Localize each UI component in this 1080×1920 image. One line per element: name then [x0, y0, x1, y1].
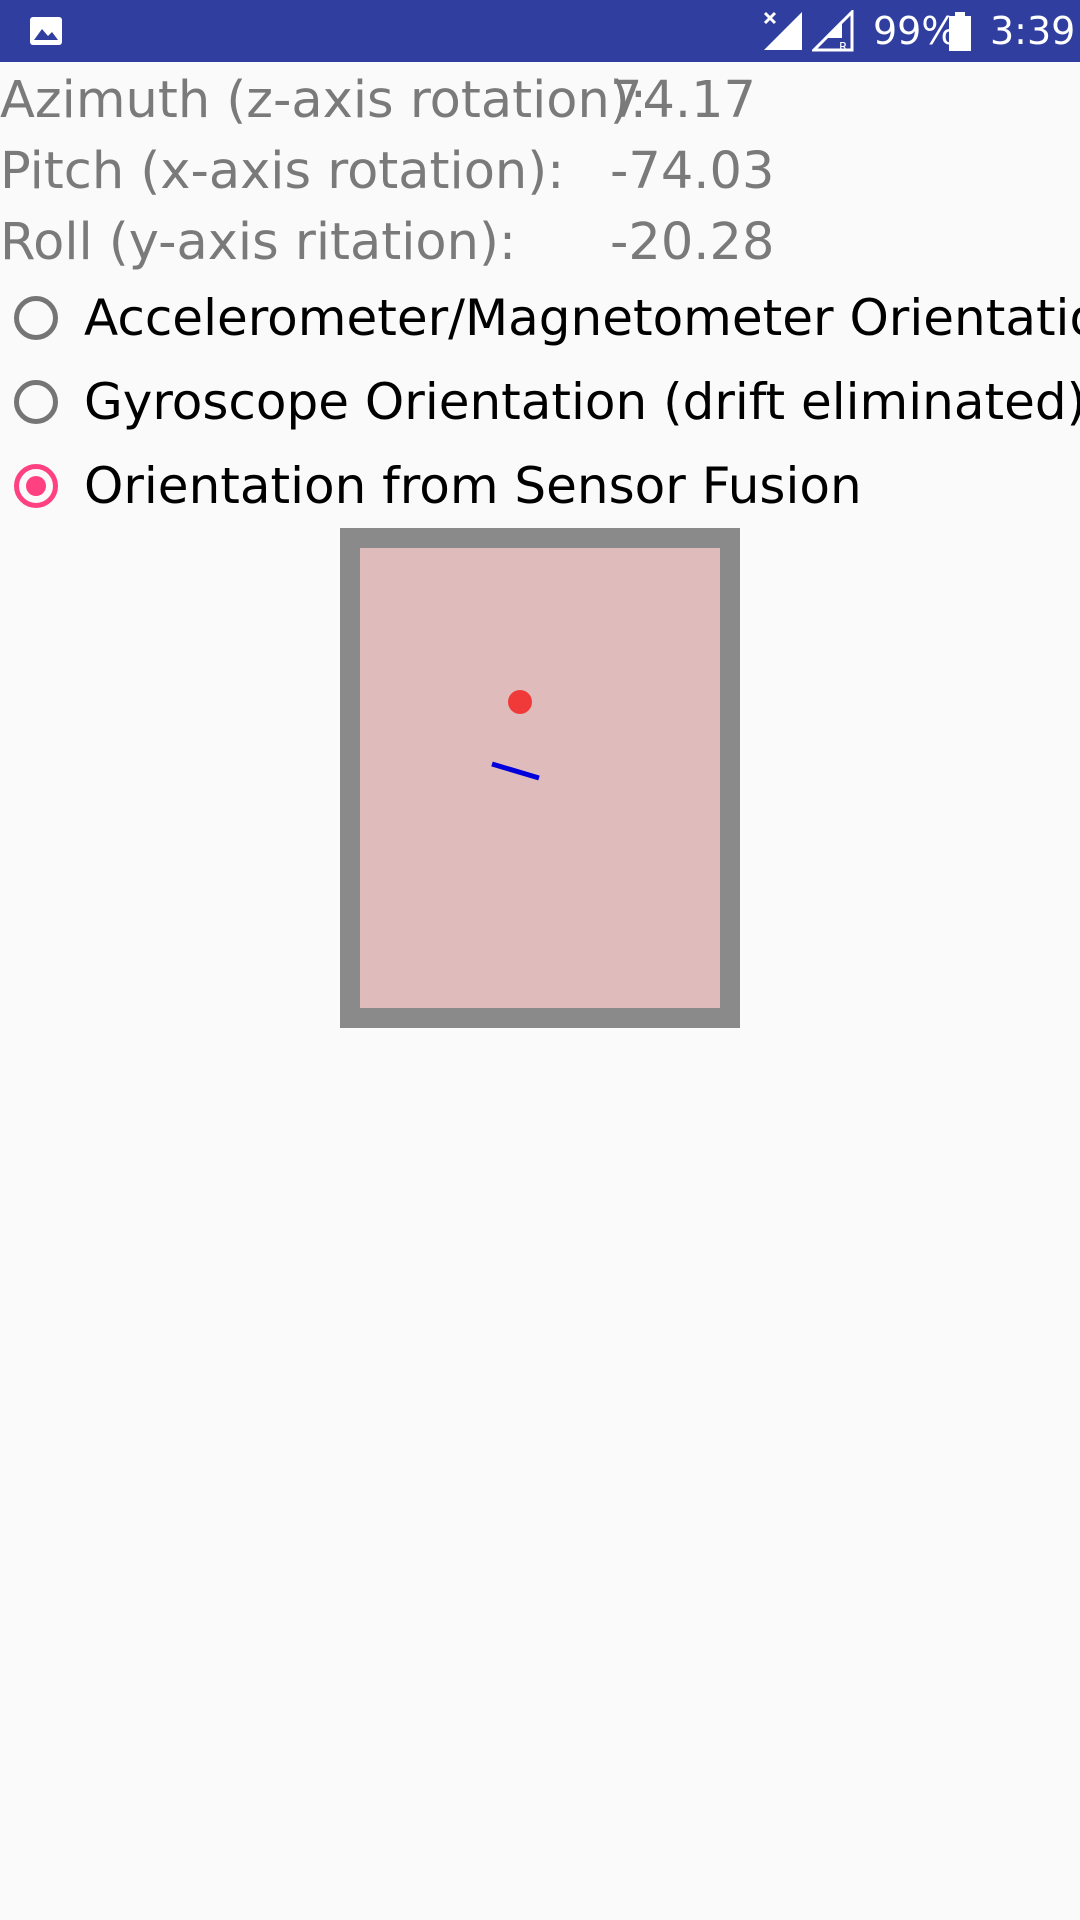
radio-button-sensor-fusion[interactable]	[14, 464, 58, 508]
radio-sensor-fusion[interactable]: Orientation from Sensor Fusion	[0, 448, 1080, 528]
radio-accel-mag[interactable]: Accelerometer/Magnetometer Orientation	[0, 280, 1080, 360]
radio-gyroscope[interactable]: Gyroscope Orientation (drift eliminated)	[0, 364, 1080, 444]
radio-label-accel-mag[interactable]: Accelerometer/Magnetometer Orientation	[84, 286, 1080, 350]
roaming-letter: R	[839, 40, 847, 52]
radio-label-gyroscope[interactable]: Gyroscope Orientation (drift eliminated)	[84, 370, 1080, 434]
radio-button-gyroscope[interactable]	[14, 380, 58, 424]
signal-roaming-icon: R	[812, 10, 854, 52]
signal-no-sim-icon	[763, 11, 802, 50]
pitch-value: -74.03	[610, 142, 775, 201]
roll-value: -20.28	[610, 213, 775, 272]
azimuth-value: 74.17	[610, 71, 757, 130]
radio-label-sensor-fusion[interactable]: Orientation from Sensor Fusion	[84, 454, 862, 518]
battery-percent: 99%	[873, 9, 958, 53]
clock: 3:39	[990, 9, 1076, 53]
azimuth-label: Azimuth (z-axis rotation):	[0, 71, 647, 130]
roll-label: Roll (y-axis ritation):	[0, 213, 517, 272]
gallery-icon	[30, 17, 62, 45]
orientation-view	[340, 528, 740, 1028]
orientation-canvas	[360, 548, 720, 1008]
battery-icon	[949, 12, 971, 51]
pitch-label: Pitch (x-axis rotation):	[0, 142, 565, 201]
tilt-dot	[508, 690, 532, 714]
radio-button-accel-mag[interactable]	[14, 296, 58, 340]
status-bar: R 99% 3:39	[0, 0, 1080, 62]
